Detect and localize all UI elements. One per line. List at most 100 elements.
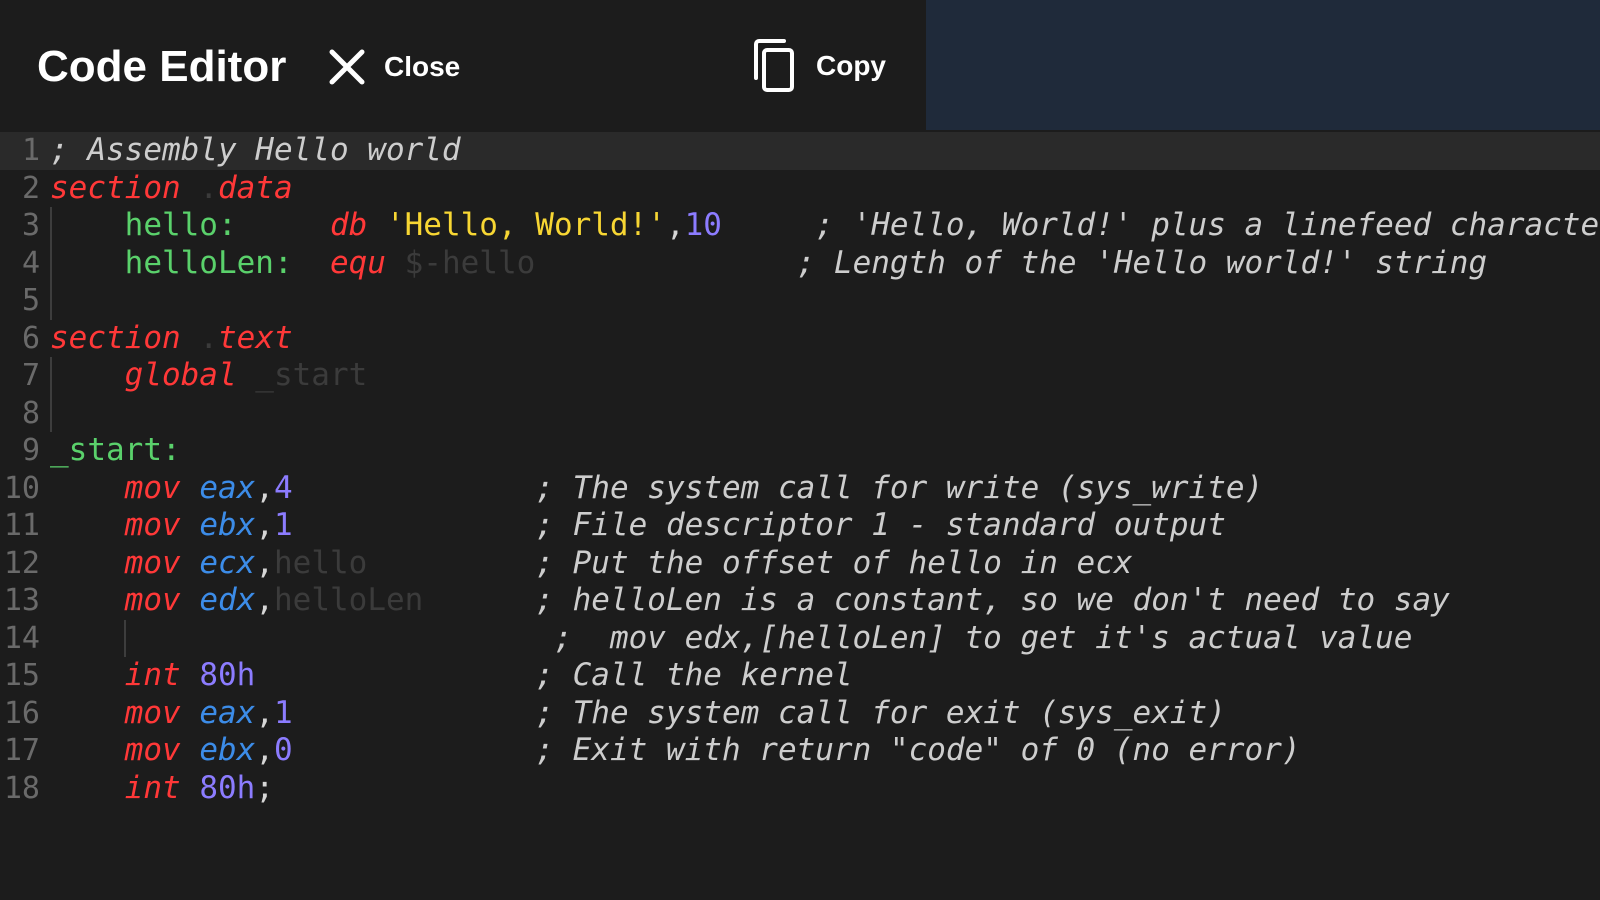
copy-button[interactable]: Copy	[748, 36, 886, 96]
code-token: ; Assembly Hello world	[50, 132, 461, 168]
line-number: 18	[3, 770, 40, 806]
code-token: equ	[329, 244, 386, 281]
code-line[interactable]: 10 mov eax,4 ; The system call for write…	[0, 470, 1600, 508]
line-number: 4	[21, 245, 40, 281]
code-token: eax	[199, 694, 256, 731]
code-token: mov	[124, 582, 181, 618]
code-token: ebx	[199, 732, 256, 768]
indent-guide	[50, 394, 52, 432]
line-number: 8	[21, 395, 40, 431]
code-line[interactable]: 7 global _start	[0, 357, 1600, 395]
code-line[interactable]: 5	[0, 282, 1600, 320]
code-token: ,	[255, 582, 274, 618]
code-text: section .text	[50, 320, 1600, 358]
code-line[interactable]: 2 section .data	[0, 170, 1600, 208]
code-token: 80h	[199, 769, 256, 806]
line-number: 17	[3, 733, 40, 768]
code-line[interactable]: 8	[0, 394, 1600, 432]
line-number: 10	[3, 470, 40, 506]
code-token: $-hello	[385, 244, 536, 281]
code-text: mov eax,1 ; The system call for exit (sy…	[50, 695, 1600, 733]
code-text: section .data	[50, 170, 1600, 208]
code-line[interactable]: 1 ; Assembly Hello world	[0, 132, 1600, 170]
code-token: mov	[124, 469, 181, 506]
code-line[interactable]: 13 mov edx,helloLen ; helloLen is a cons…	[0, 582, 1600, 620]
code-line[interactable]: 11 mov ebx,1 ; File descriptor 1 - stand…	[0, 507, 1600, 545]
code-text: hello: db 'Hello, World!',10 ; 'Hello, W…	[50, 207, 1600, 245]
code-token: ; Put the offset of hello in ecx	[535, 544, 1133, 581]
code-text: mov eax,4 ; The system call for write (s…	[50, 470, 1600, 508]
code-token: text	[217, 319, 293, 356]
code-token: ; Exit with return "code" of 0 (no error…	[535, 732, 1301, 768]
close-button[interactable]: Close	[326, 44, 460, 90]
code-token: .	[180, 319, 218, 356]
line-number: 13	[3, 583, 40, 618]
code-text: global _start	[50, 357, 1600, 395]
code-token: int	[124, 769, 181, 806]
code-token: 4	[274, 469, 293, 506]
code-text: mov edx,helloLen ; helloLen is a constan…	[50, 582, 1600, 620]
code-line[interactable]: 17 mov ebx,0 ; Exit with return "code" o…	[0, 732, 1600, 770]
code-token: global	[124, 357, 237, 393]
code-token: ecx	[199, 544, 256, 581]
code-token: ; helloLen is a constant, so we don't ne…	[535, 582, 1450, 618]
code-token: mov	[124, 694, 181, 731]
code-token: ; Call the kernel	[535, 657, 853, 693]
code-line[interactable]: 15 int 80h ; Call the kernel	[0, 657, 1600, 695]
line-number: 3	[21, 208, 40, 243]
code-line[interactable]: 6 section .text	[0, 320, 1600, 358]
page-title: Code Editor	[37, 42, 287, 91]
code-token: eax	[199, 469, 256, 506]
line-number: 15	[3, 658, 40, 693]
code-line[interactable]: 18 int 80h;	[0, 770, 1600, 808]
code-token: mov	[124, 732, 181, 768]
side-panel	[926, 0, 1600, 130]
code-token: section	[50, 169, 181, 206]
line-number: 7	[21, 358, 40, 393]
indent-guide	[50, 282, 52, 320]
code-area[interactable]: 1; Assembly Hello world 2 section .data 3 h…	[0, 132, 1600, 900]
code-token: ; The system call for exit (sys_exit)	[535, 694, 1226, 731]
code-line[interactable]: 3 hello: db 'Hello, World!',10 ; 'Hello,…	[0, 207, 1600, 245]
code-text: mov ecx,hello ; Put the offset of hello …	[50, 545, 1600, 583]
line-number: 14	[3, 620, 40, 656]
code-token: 10	[684, 207, 722, 243]
copy-icon	[748, 36, 800, 96]
line-number: 16	[3, 695, 40, 731]
code-line[interactable]: 12 mov ecx,hello ; Put the offset of hel…	[0, 545, 1600, 583]
code-token: ;	[255, 769, 274, 806]
code-line[interactable]: 14 ; mov edx,[helloLen] to get it's actu…	[0, 619, 1600, 657]
code-line[interactable]: 16 mov eax,1 ; The system call for exit …	[0, 695, 1600, 733]
code-token: ,	[255, 469, 274, 506]
code-line[interactable]: 9 _start:	[0, 432, 1600, 470]
line-number: 11	[3, 508, 40, 543]
copy-button-label: Copy	[816, 50, 886, 81]
code-line[interactable]: 4 helloLen: equ $-hello ; Length of the …	[0, 244, 1600, 282]
code-token: .	[180, 169, 218, 206]
code-text: int 80h;	[50, 770, 1600, 808]
code-token: ; 'Hello, World!' plus a linefeed charac…	[815, 207, 1600, 243]
code-token: helloLen:	[124, 244, 293, 281]
code-token: helloLen	[274, 582, 424, 618]
code-token: data	[217, 169, 293, 206]
